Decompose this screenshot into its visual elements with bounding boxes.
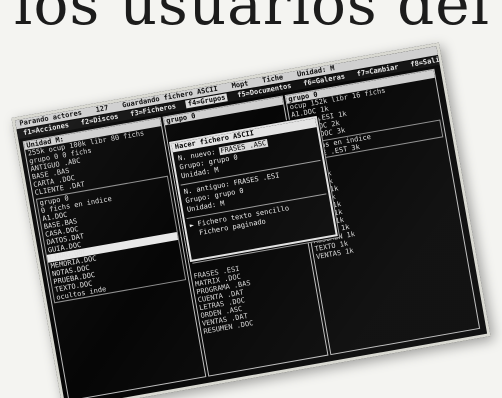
status-counter: 127 (95, 104, 109, 115)
status-option: Mopt (231, 79, 250, 91)
new-drive-value[interactable]: M (214, 166, 220, 175)
left-group-box: grupo 0 0 fichs en indice A1.DOC BASE.BA… (35, 175, 187, 304)
old-drive-value: M (219, 199, 226, 208)
headline: los usuarios del PCW. (14, 0, 502, 38)
photo-page: los usuarios del PCW. Parando actores 12… (0, 0, 502, 398)
monitor-screen: Parando actores 127 Guardando fichero AS… (11, 42, 491, 398)
make-ascii-dialog: Hacer fichero ASCII N. nuevo: FRASES .AS… (168, 115, 338, 263)
